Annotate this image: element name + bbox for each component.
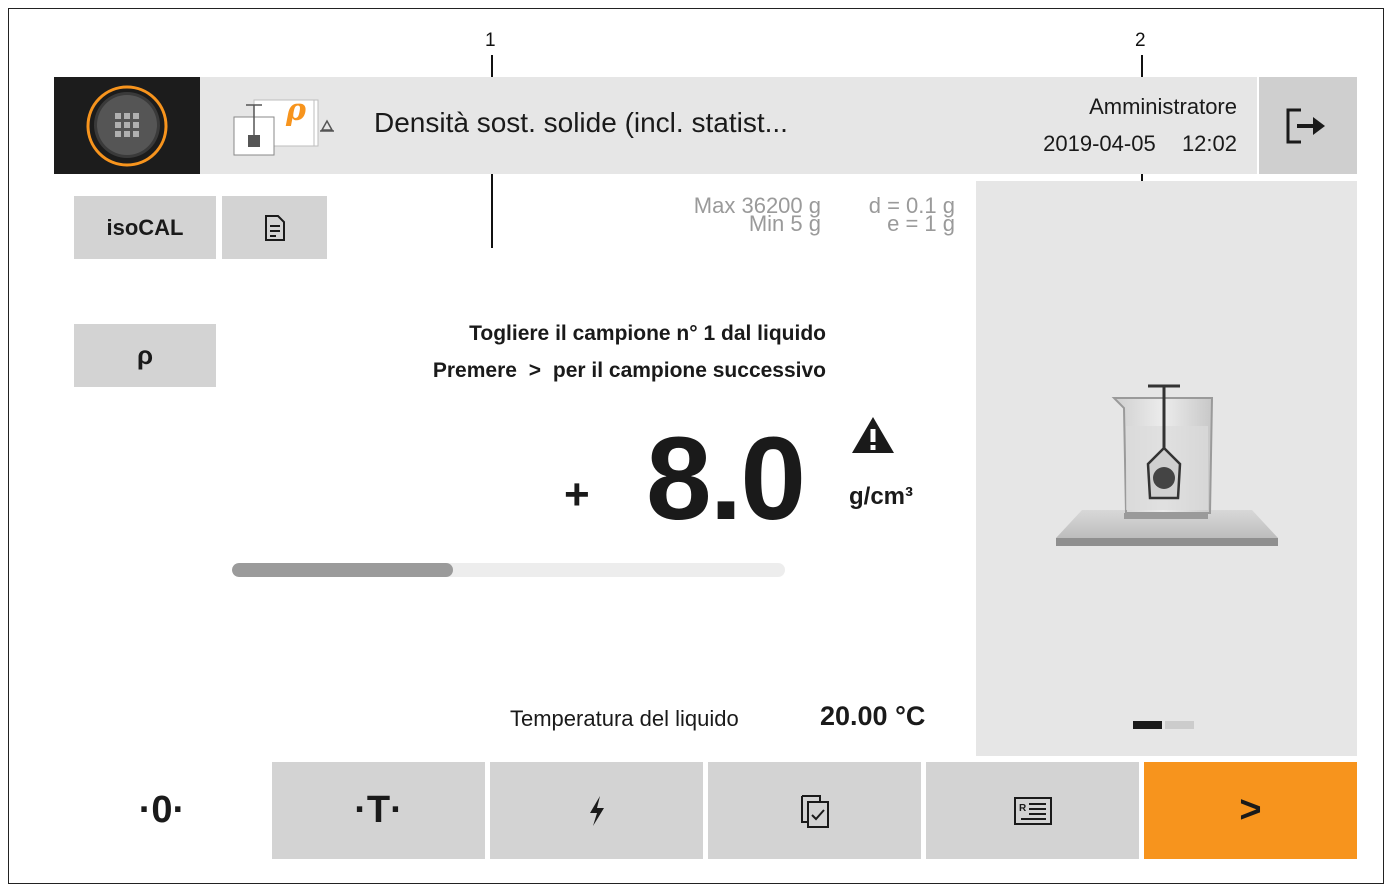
date: 2019-04-05 [1043, 131, 1156, 156]
svg-text:R: R [1019, 803, 1027, 814]
reading-sign: + [564, 470, 590, 519]
density-app-icon: ρ [232, 93, 340, 157]
time: 12:02 [1181, 131, 1237, 156]
callout-1: 1 [485, 30, 496, 51]
document-icon [264, 214, 285, 241]
stability-progress-bar [232, 563, 785, 577]
instruction-line-1: Togliere il campione n° 1 dal liquido [469, 322, 826, 345]
spec-max-min: Max 36200 g Min 5 g [694, 195, 821, 235]
rho-symbol: ρ [286, 93, 306, 128]
document-button[interactable] [222, 196, 327, 259]
page-dot-2[interactable] [1165, 721, 1194, 729]
page-indicator[interactable] [1133, 721, 1194, 729]
page-dot-1[interactable] [1133, 721, 1162, 729]
beaker-on-balance-illustration [1052, 378, 1282, 558]
isocal-button[interactable]: isoCAL [74, 196, 216, 259]
flash-button[interactable] [490, 762, 703, 859]
checklist-button[interactable] [708, 762, 921, 859]
instruction-next-sample: per il campione successivo [552, 359, 826, 382]
app-title: Densità sost. solide (incl. statist... [374, 107, 788, 138]
spec-d-e: d = 0.1 g e = 1 g [869, 195, 955, 235]
grid-icon [86, 85, 168, 166]
warning-icon [850, 415, 896, 460]
flash-icon [589, 795, 604, 826]
temperature-value: 20.00 °C [820, 701, 926, 731]
next-button[interactable]: > [1144, 762, 1357, 859]
temperature-label: Temperatura del liquido [510, 706, 739, 731]
main-menu-button[interactable] [54, 77, 200, 174]
instruction-press: Premere [432, 359, 517, 382]
instruction-line-2: Premere > per il campione successivo [433, 359, 826, 383]
next-symbol-inline: > [528, 359, 542, 382]
date-time: 2019-04-05 12:02 [1043, 131, 1237, 157]
tare-button[interactable]: ·T· [272, 762, 485, 859]
density-unit: g/cm³ [849, 483, 914, 510]
progress-fill [232, 563, 454, 577]
user-name: Amministratore [1089, 94, 1237, 119]
logout-button[interactable] [1259, 77, 1357, 174]
report-icon: R [1013, 796, 1052, 825]
report-button[interactable]: R [926, 762, 1139, 859]
callout-2: 2 [1135, 30, 1146, 51]
zero-button[interactable]: ·0· [54, 762, 270, 859]
logout-icon [1286, 108, 1325, 143]
density-rho-button[interactable]: ρ [74, 324, 216, 387]
density-value: 8.0 [646, 413, 806, 545]
checklist-icon [800, 794, 829, 828]
